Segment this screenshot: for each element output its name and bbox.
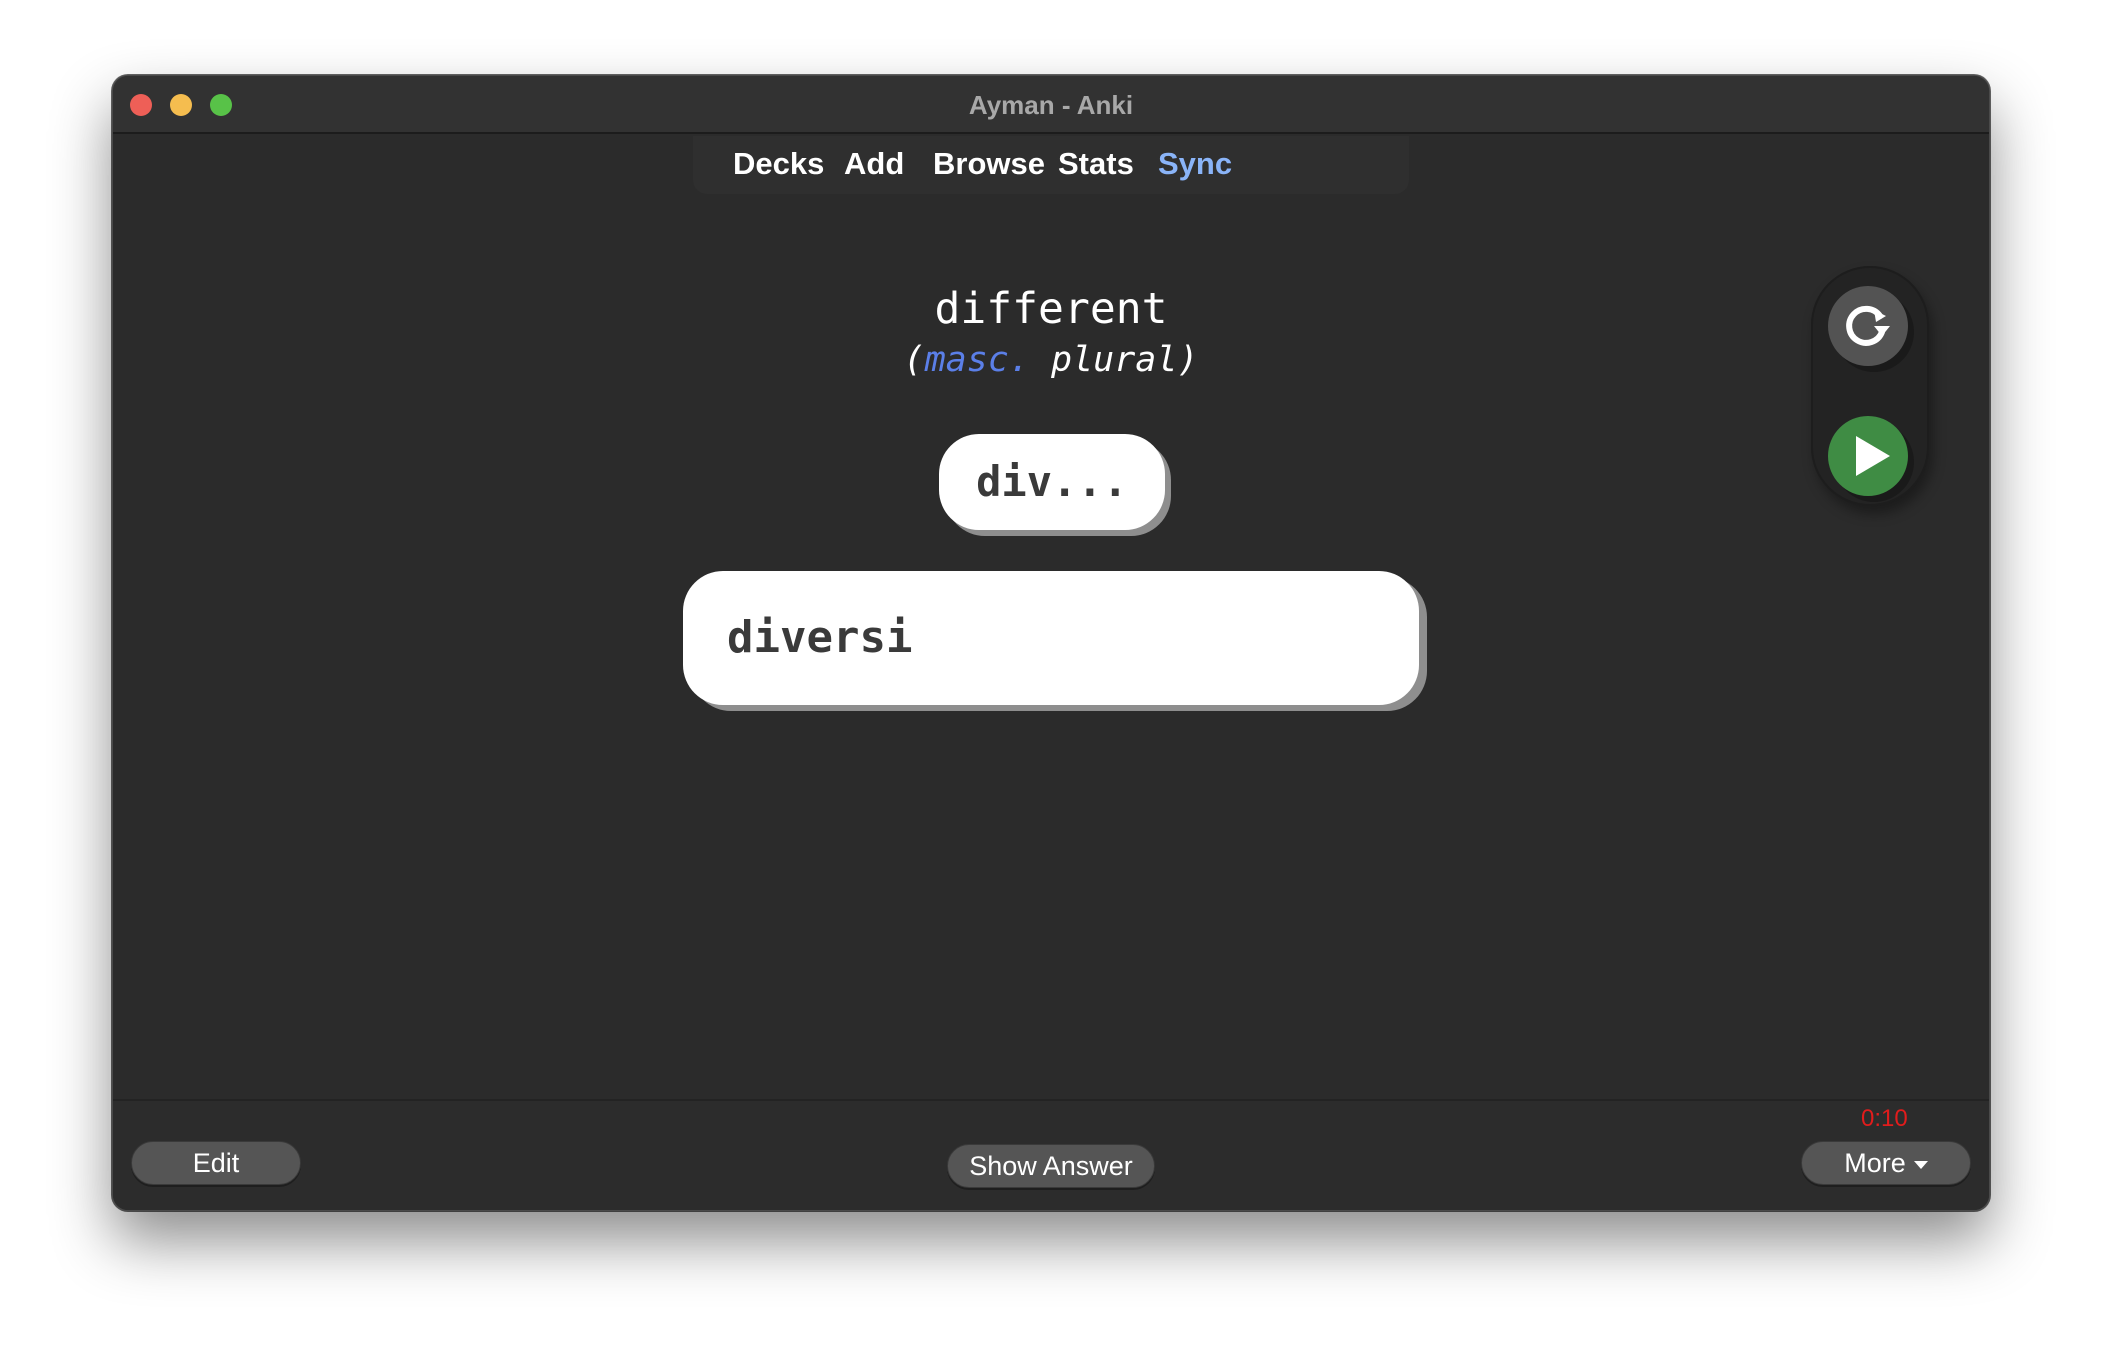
window-title: Ayman - Anki bbox=[968, 90, 1134, 120]
answer-input[interactable] bbox=[683, 571, 1419, 705]
play-icon bbox=[1856, 436, 1890, 476]
bottom-bar: Edit Show Answer 0:10 More bbox=[113, 1099, 1989, 1210]
grammar-gender: masc. bbox=[924, 340, 1030, 380]
grammar-open-paren: ( bbox=[903, 340, 925, 380]
toolbar-sync[interactable]: Sync bbox=[1158, 146, 1232, 182]
show-answer-button[interactable]: Show Answer bbox=[947, 1144, 1155, 1188]
toolbar-browse[interactable]: Browse bbox=[933, 146, 1045, 182]
card-grammar-note: (masc. plural) bbox=[113, 340, 1989, 380]
hint-pill: div... bbox=[939, 434, 1165, 530]
edit-button[interactable]: Edit bbox=[131, 1141, 301, 1185]
title-bar: Ayman - Anki bbox=[113, 76, 1989, 134]
grammar-number: plural) bbox=[1029, 340, 1199, 380]
play-audio-button[interactable] bbox=[1828, 416, 1908, 496]
anki-window: Ayman - Anki Decks Add Browse Stats Sync… bbox=[112, 75, 1990, 1211]
toolbar-stats[interactable]: Stats bbox=[1058, 146, 1134, 182]
more-label: More bbox=[1844, 1148, 1906, 1178]
replay-icon bbox=[1846, 305, 1890, 346]
chevron-down-icon bbox=[1913, 1160, 1928, 1169]
toolbar-add[interactable]: Add bbox=[844, 146, 904, 182]
card-prompt: different bbox=[934, 284, 1168, 334]
toolbar-decks[interactable]: Decks bbox=[733, 146, 824, 182]
review-timer: 0:10 bbox=[1861, 1105, 1908, 1132]
more-button[interactable]: More bbox=[1801, 1141, 1971, 1185]
audio-controls-panel bbox=[1811, 266, 1929, 506]
replay-button[interactable] bbox=[1828, 286, 1908, 366]
main-toolbar: Decks Add Browse Stats Sync bbox=[693, 136, 1409, 194]
